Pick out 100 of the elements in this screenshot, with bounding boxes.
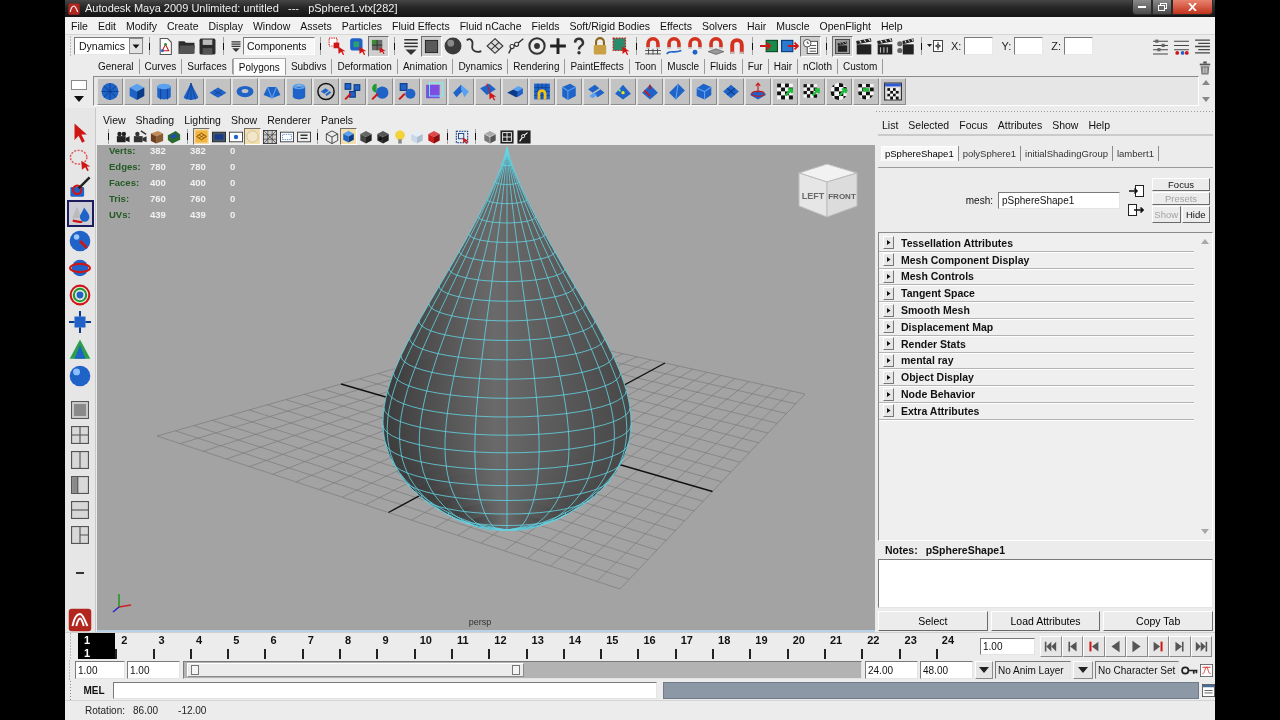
shelf-tab[interactable]: Subdivs bbox=[285, 59, 333, 74]
resolution-gate-icon[interactable] bbox=[228, 129, 243, 144]
torus-icon[interactable] bbox=[232, 77, 258, 105]
menu-item[interactable]: Create bbox=[161, 18, 204, 33]
cone-icon[interactable] bbox=[178, 77, 204, 105]
scroll-up-arrow-icon[interactable] bbox=[1202, 80, 1210, 85]
clapperboard-dots-icon[interactable] bbox=[896, 37, 915, 55]
arrow-into-box-icon[interactable] bbox=[1128, 182, 1144, 199]
framed-grid-icon[interactable] bbox=[499, 129, 514, 144]
panel-menu-item[interactable]: Shading bbox=[130, 112, 180, 127]
square-icon[interactable] bbox=[421, 35, 442, 57]
crossed-grid-icon[interactable] bbox=[262, 129, 277, 144]
focus-button[interactable]: Focus bbox=[1152, 177, 1210, 191]
node-name-field[interactable]: pSphereShape1 bbox=[998, 191, 1120, 209]
panel-menu-item[interactable]: Lighting bbox=[179, 112, 226, 127]
shelf-tab[interactable]: Deformation bbox=[332, 59, 398, 74]
panel-menu-item[interactable]: Show bbox=[225, 112, 263, 127]
viewport-canvas[interactable]: LEFT FRONT persp Verts: 382 382 0 Edges: 780 780 0 Faces: 400 400 0 Tris: 760 760 0 UVs: 439 439 0 bbox=[97, 145, 875, 632]
ball-dot-icon[interactable] bbox=[69, 229, 91, 252]
shelf-tab[interactable]: General bbox=[93, 59, 140, 74]
wire-cube-icon[interactable] bbox=[324, 129, 339, 144]
scroll-down-arrow-icon[interactable] bbox=[1202, 97, 1210, 102]
menu-item[interactable]: Window bbox=[247, 18, 296, 33]
editor-menu-item[interactable]: Help bbox=[1083, 118, 1116, 132]
shaded-cube-icon[interactable] bbox=[340, 128, 357, 145]
magnet-icon[interactable] bbox=[727, 37, 746, 55]
section-header[interactable]: Tangent Space bbox=[879, 285, 1194, 303]
dark-box-icon[interactable] bbox=[375, 129, 390, 144]
three-pane-icon[interactable] bbox=[71, 525, 89, 544]
solid-cube-icon[interactable] bbox=[426, 129, 441, 144]
range-handle-icon[interactable] bbox=[191, 665, 199, 675]
checker-shield-icon[interactable] bbox=[853, 77, 879, 105]
node-tab[interactable]: polySphere1 bbox=[958, 146, 1022, 161]
checker-window-icon[interactable] bbox=[880, 77, 906, 105]
box-icon[interactable] bbox=[691, 77, 717, 105]
grid-cursor-icon[interactable] bbox=[368, 35, 389, 57]
notes-field[interactable] bbox=[878, 559, 1213, 608]
shelf-tab[interactable]: PaintEffects bbox=[565, 59, 630, 74]
menu-item[interactable]: Effects bbox=[655, 18, 697, 33]
editor-menu-item[interactable]: List bbox=[877, 118, 904, 132]
side-pane-icon[interactable] bbox=[71, 475, 89, 494]
dash-icon[interactable] bbox=[76, 571, 84, 574]
cylinder-icon[interactable] bbox=[151, 77, 177, 105]
menu-item[interactable]: Fluid Effects bbox=[387, 18, 455, 33]
node-tab[interactable]: initialShadingGroup bbox=[1021, 146, 1113, 161]
framed-clapperboard-icon[interactable] bbox=[832, 35, 853, 57]
joint-chain-icon[interactable] bbox=[506, 37, 525, 55]
shelf-tab[interactable]: Toon bbox=[629, 59, 663, 74]
coordinate-field[interactable] bbox=[964, 37, 994, 55]
crosshair-box-icon[interactable] bbox=[927, 38, 943, 54]
view-cube[interactable]: LEFT FRONT bbox=[798, 163, 858, 218]
editor-menu-item[interactable]: Attributes bbox=[992, 118, 1048, 132]
step-forward-button[interactable] bbox=[1169, 635, 1191, 657]
sphere-icon[interactable] bbox=[443, 37, 462, 55]
script-language-button[interactable]: MEL bbox=[75, 682, 113, 699]
minimize-button[interactable] bbox=[1132, 0, 1152, 15]
section-header[interactable]: Render Stats bbox=[879, 335, 1194, 353]
step-back-button[interactable] bbox=[1061, 635, 1083, 657]
menu-item[interactable]: File bbox=[66, 18, 93, 33]
sphere-icon[interactable] bbox=[69, 364, 91, 387]
grid-plane-icon[interactable] bbox=[205, 77, 231, 105]
single-pane-icon[interactable] bbox=[71, 400, 89, 419]
section-header[interactable]: mental ray bbox=[879, 352, 1194, 370]
cone-drop-icon[interactable] bbox=[66, 200, 94, 227]
window-frame-icon[interactable] bbox=[1202, 684, 1215, 697]
menu-item[interactable]: Hair bbox=[742, 18, 772, 33]
four-pane-icon[interactable] bbox=[71, 425, 89, 444]
menu-item[interactable]: Fields bbox=[526, 18, 565, 33]
squares-cursor-icon[interactable] bbox=[327, 37, 346, 55]
hide-button[interactable]: Hide bbox=[1181, 205, 1210, 223]
trash-can-icon[interactable] bbox=[1198, 61, 1212, 75]
next-key-button[interactable] bbox=[1147, 635, 1169, 657]
section-header[interactable]: Mesh Component Display bbox=[879, 251, 1194, 269]
section-header[interactable]: Node Behavior bbox=[879, 386, 1194, 403]
diamond-grid-icon[interactable] bbox=[485, 37, 504, 55]
magnet-dot-icon[interactable] bbox=[685, 37, 704, 55]
menu-item[interactable]: Edit bbox=[92, 18, 121, 33]
menu-item[interactable]: OpenFlight bbox=[814, 18, 876, 33]
magnet-plane-icon[interactable] bbox=[706, 37, 725, 55]
plane-cursor-icon[interactable] bbox=[475, 77, 501, 105]
start-time-field[interactable]: 1.00 bbox=[75, 661, 125, 679]
current-frame-marker[interactable]: 1 1 bbox=[78, 633, 116, 659]
shelf-tab[interactable]: Fur bbox=[742, 59, 769, 74]
folded-plane-icon[interactable] bbox=[664, 77, 690, 105]
node-tab[interactable]: pSphereShape1 bbox=[881, 146, 959, 161]
select-button[interactable]: Select bbox=[878, 611, 988, 631]
graph-box-icon[interactable] bbox=[1200, 663, 1213, 677]
movie-camera-icon[interactable] bbox=[115, 129, 130, 144]
command-input[interactable] bbox=[113, 682, 657, 699]
menu-item[interactable]: Particles bbox=[336, 18, 388, 33]
selection-mode-field[interactable]: Components bbox=[243, 37, 315, 55]
folded-planes-icon[interactable] bbox=[448, 77, 474, 105]
prism-icon[interactable] bbox=[259, 77, 285, 105]
node-tab[interactable]: lambert1 bbox=[1112, 146, 1159, 161]
lines-menu-icon[interactable] bbox=[230, 40, 242, 52]
go-to-end-button[interactable] bbox=[1190, 635, 1212, 657]
shelf-tab[interactable]: nCloth bbox=[798, 59, 838, 74]
section-header[interactable]: Mesh Controls bbox=[879, 268, 1194, 286]
lines-menu-icon[interactable] bbox=[401, 37, 420, 55]
cube-icon[interactable] bbox=[124, 77, 150, 105]
